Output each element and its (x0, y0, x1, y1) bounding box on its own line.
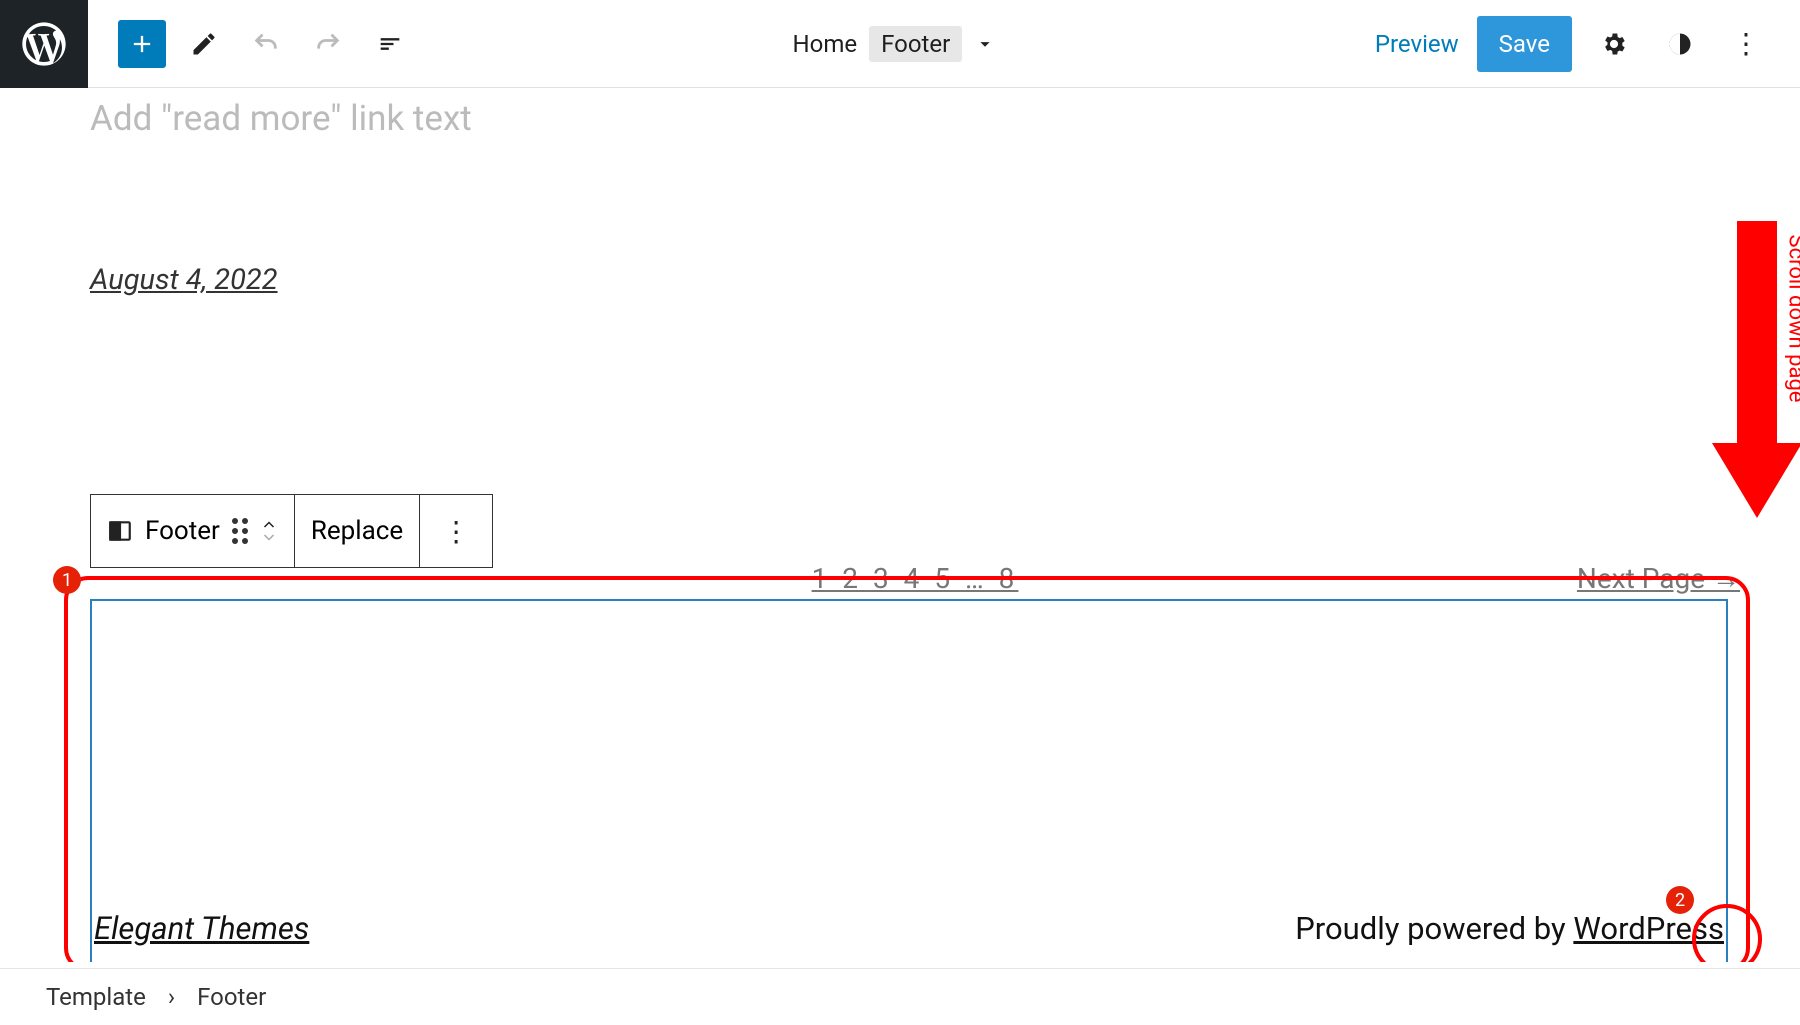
more-options-button[interactable] (1722, 20, 1770, 68)
editor-canvas[interactable]: Add "read more" link text August 4, 2022… (0, 88, 1800, 962)
chevron-up-icon (260, 518, 278, 530)
site-credits: Proudly powered by WordPress (1295, 910, 1724, 947)
document-title-area[interactable]: Home Footer (414, 26, 1375, 62)
save-button[interactable]: Save (1477, 16, 1572, 72)
list-view-button[interactable] (366, 20, 414, 68)
context-label: Home (793, 30, 858, 58)
gear-icon (1600, 30, 1628, 58)
footer-template-part[interactable]: Elegant Themes Proudly powered by WordPr… (90, 599, 1728, 962)
pencil-icon (190, 30, 218, 58)
breadcrumb-separator: › (168, 983, 175, 1011)
top-toolbar: Home Footer Preview Save (0, 0, 1800, 88)
block-more-button[interactable] (420, 495, 492, 567)
readmore-placeholder[interactable]: Add "read more" link text (90, 98, 472, 139)
chevron-down-icon (974, 33, 996, 55)
undo-button[interactable] (242, 20, 290, 68)
post-date-block[interactable]: August 4, 2022 (90, 263, 278, 297)
move-arrows[interactable] (260, 518, 278, 544)
toolbar-left-group (88, 20, 414, 68)
bottom-breadcrumb: Template › Footer (0, 968, 1800, 1025)
dots-vertical-icon (442, 515, 470, 548)
block-floating-toolbar: Footer Replace (90, 494, 493, 568)
breadcrumb-root[interactable]: Template (46, 983, 146, 1011)
chevron-down-icon (260, 532, 278, 544)
next-page-link[interactable]: Next Page → (1577, 562, 1740, 595)
toolbar-right-group: Preview Save (1375, 16, 1800, 72)
scroll-arrow-annotation (1726, 193, 1788, 523)
add-block-toolbar-button[interactable] (118, 20, 166, 68)
wordpress-icon (18, 18, 70, 70)
drag-handle-icon[interactable] (232, 518, 248, 544)
block-type-label: Footer (145, 516, 220, 546)
preview-button[interactable]: Preview (1375, 30, 1459, 58)
styles-button[interactable] (1656, 20, 1704, 68)
replace-button[interactable]: Replace (295, 495, 420, 567)
site-title-link[interactable]: Elegant Themes (94, 910, 309, 947)
wordpress-logo[interactable] (0, 0, 88, 88)
settings-button[interactable] (1590, 20, 1638, 68)
page-numbers[interactable]: 1 2 3 4 5 … 8 (812, 562, 1019, 595)
redo-icon (314, 30, 342, 58)
breadcrumb-current[interactable]: Footer (197, 983, 266, 1011)
scroll-label: Scroll down page (1784, 235, 1800, 403)
footer-content-row: Elegant Themes Proudly powered by WordPr… (92, 910, 1726, 947)
list-view-icon (376, 30, 404, 58)
wordpress-link[interactable]: WordPress (1573, 910, 1724, 947)
pagination-row: Previous Page 1 2 3 4 5 … 8 Next Page → (90, 562, 1740, 595)
annotation-badge-1: 1 (53, 566, 81, 594)
undo-icon (252, 30, 280, 58)
block-type-cell[interactable]: Footer (91, 495, 295, 567)
template-part-icon (107, 518, 133, 544)
template-part-tag: Footer (869, 26, 962, 62)
styles-icon (1666, 30, 1694, 58)
edit-tool-button[interactable] (180, 20, 228, 68)
redo-button[interactable] (304, 20, 352, 68)
plus-icon (128, 30, 156, 58)
dots-vertical-icon (1732, 27, 1760, 60)
